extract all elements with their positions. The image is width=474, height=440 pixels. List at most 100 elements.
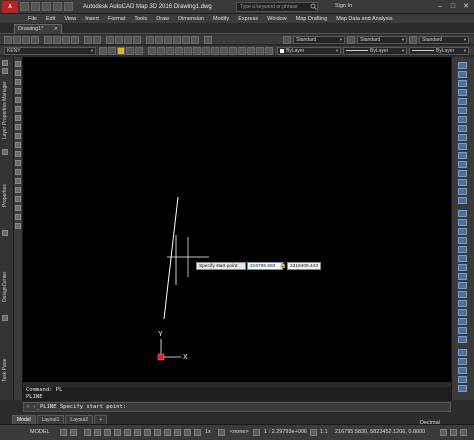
arc-icon[interactable] [15, 106, 21, 112]
menu-express[interactable]: Express [238, 16, 258, 22]
selection-cycling-icon[interactable] [174, 429, 181, 436]
snap-quadrant-icon[interactable] [458, 264, 467, 271]
zoom-window-icon[interactable] [124, 36, 132, 44]
minimize-button[interactable]: – [434, 2, 446, 12]
dim-style-select[interactable]: Standard ▼ [357, 36, 407, 44]
extend-icon[interactable] [458, 152, 467, 159]
snap-perpendicular-icon[interactable] [458, 282, 467, 289]
zoom-realtime-icon[interactable] [115, 36, 123, 44]
pan-icon[interactable] [106, 36, 114, 44]
menu-modify[interactable]: Modify [213, 16, 229, 22]
annotation-scale-icon[interactable] [310, 429, 317, 436]
polar-tracking-icon[interactable] [114, 429, 121, 436]
break-icon[interactable] [458, 161, 467, 168]
scale-icon[interactable] [458, 125, 467, 132]
print-icon[interactable] [31, 36, 39, 44]
dynamic-input-y[interactable]: 2319409.443 [287, 262, 321, 270]
palette-options-icon[interactable] [2, 230, 8, 236]
layer-lock-icon[interactable] [126, 47, 134, 55]
snap-insert-icon[interactable] [458, 300, 467, 307]
close-button[interactable]: ✕ [460, 2, 472, 12]
osnap-settings-icon[interactable] [458, 336, 467, 343]
rectangle-icon[interactable] [15, 97, 21, 103]
menu-view[interactable]: View [64, 16, 76, 22]
layer-thaw-icon[interactable] [256, 47, 264, 55]
copy-object-icon[interactable] [458, 71, 467, 78]
snap-endpoint-icon[interactable] [458, 210, 467, 217]
join-icon[interactable] [458, 170, 467, 177]
table-style-select[interactable]: Standard ▼ [419, 36, 469, 44]
text-style-select[interactable]: Standard ▼ [293, 36, 345, 44]
command-line[interactable]: ✕ ›_ PLINE Specify start point: [23, 402, 451, 412]
undo-icon[interactable] [84, 36, 92, 44]
match-layer-icon[interactable] [193, 47, 201, 55]
palette-autohide-icon[interactable] [2, 68, 8, 74]
calculator-icon[interactable] [191, 36, 199, 44]
transparency-icon[interactable] [164, 429, 171, 436]
isodraft-icon[interactable] [124, 429, 131, 436]
menu-edit[interactable]: Edit [46, 16, 55, 22]
paste-icon[interactable] [62, 36, 70, 44]
dynamic-input-icon[interactable] [94, 429, 101, 436]
snap-midpoint-icon[interactable] [458, 219, 467, 226]
mirror-icon[interactable] [458, 80, 467, 87]
zoom-previous-icon[interactable] [133, 36, 141, 44]
dim-style-icon[interactable] [347, 36, 355, 44]
snap-parallel-icon[interactable] [458, 291, 467, 298]
app-menu-button[interactable]: A [2, 0, 18, 13]
multiline-text-icon[interactable] [15, 223, 21, 229]
revision-cloud-icon[interactable] [15, 124, 21, 130]
open-icon[interactable] [13, 36, 21, 44]
open-icon[interactable] [31, 2, 40, 11]
customization-icon[interactable] [460, 429, 467, 436]
ucs-icon[interactable] [157, 339, 181, 361]
designcenter-tab[interactable]: DesignCenter [2, 262, 8, 302]
dimension-aligned-icon[interactable] [458, 358, 467, 365]
layer-on-icon[interactable] [247, 47, 255, 55]
task-pane-tab[interactable]: Task Pane [2, 352, 8, 382]
fillet-icon[interactable] [458, 188, 467, 195]
layer-properties-icon[interactable] [99, 47, 107, 55]
layer-freeze-icon[interactable] [117, 47, 125, 55]
maximize-button[interactable]: □ [447, 2, 459, 12]
layer-states-icon[interactable] [108, 47, 116, 55]
layer-select[interactable]: KENY ▼ [4, 47, 96, 55]
lineweight-select[interactable]: ByLayer ▼ [409, 47, 469, 55]
markup-icon[interactable] [182, 36, 190, 44]
palette-close-icon[interactable] [2, 60, 8, 66]
map-icon[interactable] [253, 429, 260, 436]
annotation-scale-multiplier[interactable]: 1x [205, 429, 211, 435]
annotation-autoscale-icon[interactable] [194, 429, 201, 436]
snap-node-icon[interactable] [458, 309, 467, 316]
snap-intersection-icon[interactable] [458, 228, 467, 235]
linetype-select[interactable]: ByLayer ▼ [343, 47, 407, 55]
menu-draw[interactable]: Draw [156, 16, 169, 22]
menu-window[interactable]: Window [267, 16, 287, 22]
help-icon[interactable] [204, 36, 212, 44]
tool-palettes-icon[interactable] [164, 36, 172, 44]
menu-dimension[interactable]: Dimension [178, 16, 204, 22]
sheet-set-icon[interactable] [173, 36, 181, 44]
ortho-icon[interactable] [104, 429, 111, 436]
file-tab-drawing1[interactable]: Drawing1* ✕ [14, 24, 62, 34]
stretch-icon[interactable] [458, 134, 467, 141]
clean-screen-icon[interactable] [450, 429, 457, 436]
make-block-icon[interactable] [15, 169, 21, 175]
command-input[interactable]: PLINE Specify start point: [40, 403, 126, 411]
layer-color-icon[interactable] [135, 47, 143, 55]
match-properties-icon[interactable] [71, 36, 79, 44]
explode-icon[interactable] [458, 197, 467, 204]
layer-walk-icon[interactable] [184, 47, 192, 55]
snap-tangent-icon[interactable] [458, 273, 467, 280]
table-icon[interactable] [15, 214, 21, 220]
dimension-angular-icon[interactable] [458, 376, 467, 383]
dynamic-input-x[interactable]: 216795.593 [247, 262, 283, 270]
drawing-canvas[interactable]: Y X [23, 57, 451, 382]
insert-block-icon[interactable] [15, 160, 21, 166]
move-icon[interactable] [458, 107, 467, 114]
menu-map-data-analysis[interactable]: Map Data and Analysis [336, 16, 392, 22]
tab-layout2[interactable]: Layout2 [65, 415, 94, 424]
infer-constraints-icon[interactable] [84, 429, 91, 436]
layer-off-icon[interactable] [238, 47, 246, 55]
model-space-toggle[interactable]: MODEL [30, 429, 50, 435]
